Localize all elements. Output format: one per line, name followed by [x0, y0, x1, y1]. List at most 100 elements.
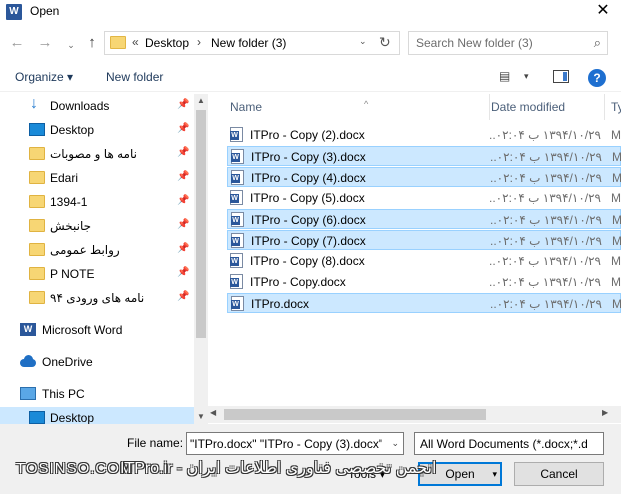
breadcrumb-desktop[interactable]: Desktop	[145, 36, 189, 50]
pin-icon[interactable]: 📌	[177, 219, 189, 230]
change-view-icon[interactable]: ▤	[499, 69, 510, 83]
file-row[interactable]: ITPro - Copy (2).docx ۱۳۹۴/۱۰/۲۹ ب ۰۲:۰۴…	[227, 125, 621, 145]
scroll-right-icon[interactable]: ▶	[602, 408, 608, 417]
word-document-icon	[231, 233, 244, 248]
file-name: ITPro - Copy (4).docx	[251, 171, 366, 185]
file-name-input[interactable]: "ITPro.docx" "ITPro - Copy (3).docx" ⌄	[186, 432, 404, 455]
sidebar-item-label: Microsoft Word	[42, 323, 123, 337]
word-document-icon	[230, 190, 243, 205]
chevron-down-icon[interactable]: ⌄	[391, 438, 399, 449]
file-type: M	[612, 297, 621, 311]
file-row[interactable]: ITPro - Copy (7).docx ۱۳۹۴/۱۰/۲۹ ب ۰۲:۰۴…	[227, 230, 621, 250]
desktop-icon	[29, 411, 45, 424]
file-type: M	[612, 171, 621, 185]
refresh-icon[interactable]: ↻	[379, 34, 391, 51]
title-bar: W Open ✕	[0, 0, 621, 24]
pin-icon[interactable]: 📌	[177, 123, 189, 134]
scrollbar-thumb[interactable]	[224, 409, 486, 420]
file-type: M	[612, 213, 621, 227]
pin-icon[interactable]: 📌	[177, 171, 189, 182]
sidebar-item-this-pc-desktop[interactable]: Desktop	[0, 407, 196, 424]
column-header-name[interactable]: Name ^	[224, 94, 490, 120]
sidebar-item-incoming-letters[interactable]: نامه های ورودی ۹۴ 📌	[0, 287, 196, 309]
pin-icon[interactable]: 📌	[177, 291, 189, 302]
file-name: ITPro - Copy (3).docx	[251, 150, 366, 164]
sidebar-item-label: P NOTE	[50, 267, 95, 281]
file-row[interactable]: ITPro - Copy (6).docx ۱۳۹۴/۱۰/۲۹ ب ۰۲:۰۴…	[227, 209, 621, 229]
sidebar-item-label: Desktop	[50, 123, 95, 137]
window-title: Open	[30, 4, 60, 18]
breadcrumb-new-folder[interactable]: New folder (3)	[211, 36, 286, 50]
cancel-button[interactable]: Cancel	[514, 462, 604, 486]
new-folder-button[interactable]: New folder	[106, 70, 163, 84]
pin-icon[interactable]: 📌	[177, 99, 189, 110]
file-name: ITPro - Copy (5).docx	[250, 191, 365, 205]
recent-locations-chevron-icon[interactable]: ⌄	[62, 36, 80, 54]
file-row[interactable]: ITPro - Copy.docx ۱۳۹۴/۱۰/۲۹ ب ۰۲:۰۴... …	[227, 272, 621, 292]
address-bar[interactable]: « Desktop › New folder (3) ⌄ ↻	[104, 31, 400, 55]
word-icon: W	[6, 4, 22, 20]
column-header-type[interactable]: Ty	[605, 94, 621, 120]
file-row[interactable]: ITPro - Copy (5).docx ۱۳۹۴/۱۰/۲۹ ب ۰۲:۰۴…	[227, 188, 621, 208]
organize-button[interactable]: Organize ▾	[15, 70, 73, 84]
address-dropdown-icon[interactable]: ⌄	[359, 36, 367, 47]
file-row[interactable]: ITPro - Copy (3).docx ۱۳۹۴/۱۰/۲۹ ب ۰۲:۰۴…	[227, 146, 621, 166]
file-type-value: All Word Documents (*.docx;*.d	[420, 437, 588, 451]
sidebar-item-microsoft-word[interactable]: W Microsoft Word	[0, 319, 196, 341]
sidebar-item-edari[interactable]: Edari 📌	[0, 167, 196, 189]
sidebar-item-letters[interactable]: نامه ها و مصوبات 📌	[0, 143, 196, 165]
overflow-chevron-icon[interactable]: «	[132, 35, 139, 49]
sidebar-item-onedrive[interactable]: OneDrive	[0, 351, 196, 373]
folder-icon	[29, 147, 45, 160]
word-document-icon	[231, 170, 244, 185]
scroll-down-icon[interactable]: ▼	[194, 410, 208, 424]
file-name: ITPro - Copy (8).docx	[250, 254, 365, 268]
file-name: ITPro - Copy (7).docx	[251, 234, 366, 248]
pin-icon[interactable]: 📌	[177, 243, 189, 254]
scroll-up-icon[interactable]: ▲	[194, 94, 208, 108]
horizontal-scrollbar[interactable]: ◀ ▶	[208, 406, 621, 423]
help-icon[interactable]: ?	[588, 69, 606, 87]
file-name: ITPro - Copy.docx	[250, 275, 346, 289]
pin-icon[interactable]: 📌	[177, 195, 189, 206]
close-button[interactable]: ✕	[593, 1, 613, 21]
column-header-date-modified[interactable]: Date modified	[485, 94, 605, 120]
sidebar-item-1394-1[interactable]: 1394-1 📌	[0, 191, 196, 213]
sidebar-item-janbakhsh[interactable]: جانبخش 📌	[0, 215, 196, 237]
file-row[interactable]: ITPro.docx ۱۳۹۴/۱۰/۲۹ ب ۰۲:۰۴... M	[227, 293, 621, 313]
scrollbar-thumb[interactable]	[196, 110, 206, 338]
sidebar-item-label: روابط عمومی	[50, 243, 120, 257]
breadcrumb-separator-icon[interactable]: ›	[197, 35, 201, 49]
search-input[interactable]: Search New folder (3) ⌕	[408, 31, 608, 55]
scroll-left-icon[interactable]: ◀	[210, 408, 216, 417]
back-arrow-icon[interactable]: ←	[8, 34, 26, 52]
sidebar-item-p-note[interactable]: P NOTE 📌	[0, 263, 196, 285]
folder-icon	[29, 243, 45, 256]
folder-icon	[29, 195, 45, 208]
sidebar-item-downloads[interactable]: Downloads 📌	[0, 95, 196, 117]
file-date: ۱۳۹۴/۱۰/۲۹ ب ۰۲:۰۴...	[490, 297, 602, 311]
sidebar-item-desktop[interactable]: Desktop 📌	[0, 119, 196, 141]
preview-pane-icon[interactable]	[553, 70, 569, 83]
pin-icon[interactable]: 📌	[177, 267, 189, 278]
navigation-scrollbar[interactable]: ▲ ▼	[194, 94, 208, 424]
file-type: M	[611, 128, 621, 142]
view-dropdown-icon[interactable]: ▾	[524, 71, 529, 82]
forward-arrow-icon[interactable]: →	[36, 34, 54, 52]
file-date: ۱۳۹۴/۱۰/۲۹ ب ۰۲:۰۴...	[490, 234, 602, 248]
file-row[interactable]: ITPro - Copy (4).docx ۱۳۹۴/۱۰/۲۹ ب ۰۲:۰۴…	[227, 167, 621, 187]
sidebar-item-this-pc[interactable]: This PC	[0, 383, 196, 405]
download-icon	[29, 95, 45, 113]
up-arrow-icon[interactable]: ↑	[83, 34, 101, 52]
file-type-select[interactable]: All Word Documents (*.docx;*.d	[414, 432, 604, 455]
file-type: M	[612, 234, 621, 248]
file-row[interactable]: ITPro - Copy (8).docx ۱۳۹۴/۱۰/۲۹ ب ۰۲:۰۴…	[227, 251, 621, 271]
word-document-icon	[230, 274, 243, 289]
command-toolbar: Organize ▾ New folder ▤ ▾ ?	[0, 62, 621, 92]
file-type: M	[612, 150, 621, 164]
pin-icon[interactable]: 📌	[177, 147, 189, 158]
file-date: ۱۳۹۴/۱۰/۲۹ ب ۰۲:۰۴...	[489, 254, 601, 268]
search-icon[interactable]: ⌕	[594, 35, 601, 51]
sidebar-item-public-relations[interactable]: روابط عمومی 📌	[0, 239, 196, 261]
navigation-bar: ← → ⌄ ↑ « Desktop › New folder (3) ⌄ ↻ S…	[0, 28, 621, 60]
